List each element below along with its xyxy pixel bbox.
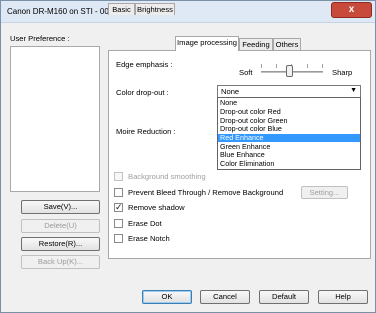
- setting-button[interactable]: Setting...: [301, 186, 348, 199]
- restore-preference-button[interactable]: Restore(R)...: [21, 237, 100, 251]
- dropdown-option-none[interactable]: None: [218, 99, 360, 107]
- tab-basic[interactable]: Basic: [108, 3, 135, 15]
- default-button[interactable]: Default: [259, 290, 309, 304]
- prevent-bleed-label: Prevent Bleed Through / Remove Backgroun…: [128, 188, 284, 197]
- color-dropout-dropdown: None Drop-out color Red Drop-out color G…: [217, 97, 361, 170]
- user-preference-list[interactable]: [10, 46, 100, 192]
- close-button[interactable]: x: [331, 2, 372, 18]
- edge-sharp-label: Sharp: [332, 68, 353, 77]
- tab-image-processing[interactable]: Image processing: [175, 36, 239, 51]
- erase-notch-checkbox[interactable]: [114, 234, 123, 243]
- scanner-properties-dialog: Canon DR-M160 on STI - 0002 x User Prefe…: [0, 0, 376, 313]
- dropdown-option-dropout-blue[interactable]: Drop-out color Blue: [218, 125, 360, 133]
- tab-feeding[interactable]: Feeding: [239, 38, 273, 50]
- chevron-down-icon[interactable]: ▼: [350, 87, 357, 94]
- erase-dot-label: Erase Dot: [128, 219, 162, 228]
- dropdown-option-color-elimination[interactable]: Color Elimination: [218, 160, 360, 168]
- remove-shadow-label: Remove shadow: [128, 203, 185, 212]
- dropdown-option-dropout-red[interactable]: Drop-out color Red: [218, 108, 360, 116]
- dropdown-option-red-enhance[interactable]: Red Enhance: [218, 134, 360, 142]
- background-smoothing-checkbox[interactable]: [114, 172, 123, 181]
- save-preference-button[interactable]: Save(V)...: [21, 200, 100, 214]
- edge-emphasis-slider-thumb[interactable]: [286, 65, 293, 77]
- edge-soft-label: Soft: [239, 68, 253, 77]
- window-title: Canon DR-M160 on STI - 0002: [7, 7, 118, 16]
- user-preference-label: User Preference :: [10, 34, 70, 43]
- prevent-bleed-checkbox[interactable]: [114, 188, 123, 197]
- backup-preference-button[interactable]: Back Up(K)...: [21, 255, 100, 269]
- dropdown-option-blue-enhance[interactable]: Blue Enhance: [218, 151, 360, 159]
- tab-others[interactable]: Others: [273, 38, 301, 50]
- close-icon[interactable]: x: [349, 4, 355, 15]
- ok-button[interactable]: OK: [142, 290, 192, 304]
- check-icon: ✓: [115, 202, 123, 212]
- title-bar[interactable]: Canon DR-M160 on STI - 0002 x: [1, 1, 375, 23]
- background-smoothing-label: Background smoothing: [128, 172, 206, 181]
- delete-preference-button[interactable]: Delete(U): [21, 219, 100, 233]
- moire-reduction-label: Moire Reduction :: [116, 127, 176, 136]
- erase-notch-label: Erase Notch: [128, 234, 170, 243]
- edge-emphasis-label: Edge emphasis :: [116, 60, 173, 69]
- color-dropout-label: Color drop-out :: [116, 88, 169, 97]
- tab-brightness[interactable]: Brightness: [135, 3, 175, 15]
- cancel-button[interactable]: Cancel: [200, 290, 250, 304]
- color-dropout-value: None: [221, 87, 240, 96]
- help-button[interactable]: Help: [318, 290, 368, 304]
- erase-dot-checkbox[interactable]: [114, 219, 123, 228]
- remove-shadow-checkbox[interactable]: ✓: [114, 202, 123, 212]
